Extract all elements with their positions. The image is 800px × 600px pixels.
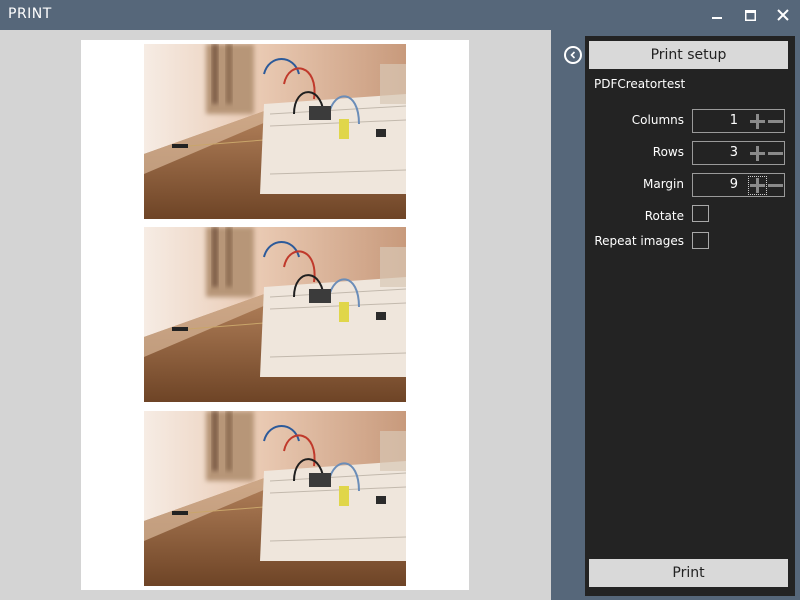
print-preview — [0, 30, 551, 600]
rows-label: Rows — [652, 145, 684, 159]
window-title: PRINT — [8, 6, 52, 22]
margin-value[interactable]: 9 — [730, 177, 738, 192]
preview-image-2 — [144, 227, 406, 402]
collapse-panel-button[interactable] — [564, 46, 582, 64]
maximize-button[interactable] — [733, 0, 767, 30]
repeat-images-label: Repeat images — [594, 234, 684, 248]
margin-label: Margin — [643, 177, 684, 191]
print-settings-panel: Print setup PDFCreatortest Columns 1 Row… — [585, 36, 795, 596]
margin-plus-icon[interactable] — [748, 176, 767, 195]
margin-minus-icon[interactable] — [768, 178, 783, 193]
minimize-button[interactable] — [700, 0, 734, 30]
close-icon — [777, 9, 789, 21]
rotate-label: Rotate — [644, 209, 684, 223]
close-button[interactable] — [766, 0, 800, 30]
columns-plus-icon[interactable] — [750, 114, 765, 129]
printer-name: PDFCreatortest — [594, 77, 686, 91]
print-button[interactable]: Print — [589, 559, 788, 587]
preview-image-3 — [144, 411, 406, 586]
rotate-checkbox[interactable] — [692, 205, 709, 222]
breadboard-photo — [144, 227, 406, 402]
print-setup-button[interactable]: Print setup — [589, 41, 788, 69]
title-bar: PRINT — [0, 0, 800, 30]
preview-page — [81, 40, 469, 590]
chevron-left-icon — [570, 51, 576, 59]
rows-plus-icon[interactable] — [750, 146, 765, 161]
minimize-icon — [712, 17, 722, 19]
maximize-icon — [744, 9, 756, 21]
preview-image-1 — [144, 44, 406, 219]
breadboard-photo — [144, 411, 406, 586]
rows-stepper[interactable]: 3 — [692, 141, 785, 165]
columns-stepper[interactable]: 1 — [692, 109, 785, 133]
columns-label: Columns — [631, 113, 684, 127]
rows-minus-icon[interactable] — [768, 146, 783, 161]
side-panel: Print setup PDFCreatortest Columns 1 Row… — [551, 30, 800, 600]
columns-value[interactable]: 1 — [730, 113, 738, 128]
margin-stepper[interactable]: 9 — [692, 173, 785, 197]
collapse-strip — [555, 36, 583, 596]
rows-value[interactable]: 3 — [730, 145, 738, 160]
columns-minus-icon[interactable] — [768, 114, 783, 129]
repeat-images-checkbox[interactable] — [692, 232, 709, 249]
breadboard-photo — [144, 44, 406, 219]
